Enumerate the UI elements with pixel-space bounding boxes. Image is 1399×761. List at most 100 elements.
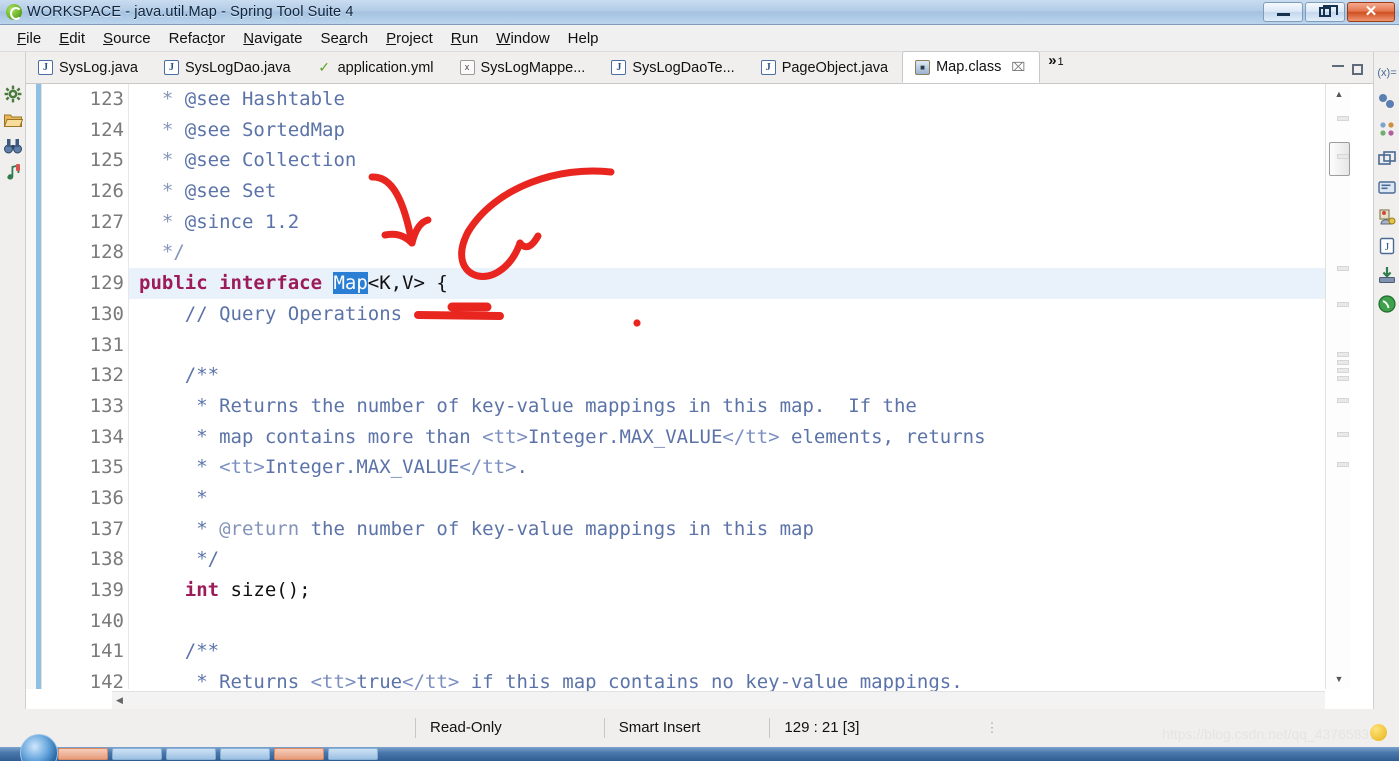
gear-icon[interactable] (3, 84, 23, 104)
console-icon[interactable] (1377, 178, 1397, 198)
taskbar-item[interactable] (58, 748, 108, 760)
menu-search[interactable]: Search (312, 28, 378, 49)
line-number: 133 (89, 394, 124, 417)
code-token: elements, returns (779, 425, 986, 448)
package-explorer-icon[interactable] (1377, 149, 1397, 169)
music-note-icon[interactable] (3, 162, 23, 182)
code-token: Integer.MAX_VALUE (527, 425, 723, 448)
tab-overflow-count: 1 (1057, 56, 1064, 68)
overview-marker[interactable] (1337, 376, 1349, 381)
maximize-view-icon[interactable] (1352, 64, 1363, 75)
restore-button[interactable] (1305, 1, 1345, 22)
tab-overflow-chevron[interactable]: » 1 (1040, 52, 1071, 83)
status-more-icon[interactable]: ⋮ (973, 720, 1012, 736)
overview-marker[interactable] (1337, 360, 1349, 365)
restore-icon (1319, 4, 1338, 17)
code-line[interactable]: * @see Set (129, 176, 1325, 207)
code-line[interactable] (129, 606, 1325, 637)
code-line[interactable]: */ (129, 237, 1325, 268)
menu-help[interactable]: Help (559, 28, 608, 49)
menu-file[interactable]: File (8, 28, 50, 49)
code-line[interactable]: /** (129, 636, 1325, 667)
code-line[interactable]: * @see Collection (129, 145, 1325, 176)
editor-annotation-ruler[interactable] (26, 84, 42, 689)
status-insert-mode[interactable]: Smart Insert (605, 717, 715, 739)
menu-window[interactable]: Window (487, 28, 558, 49)
breakpoints-icon[interactable] (1377, 91, 1397, 111)
javadoc-icon[interactable]: J (1377, 236, 1397, 256)
code-editor[interactable]: 123 124 125 126 127 128 129 130 131 132⊖ 133 134 135… (26, 84, 1373, 709)
menu-project[interactable]: Project (377, 28, 442, 49)
code-token: /** (139, 640, 220, 663)
code-line[interactable]: * @return the number of key-value mappin… (129, 514, 1325, 545)
code-line[interactable]: int size(); (129, 575, 1325, 606)
code-line[interactable]: // Query Operations (129, 299, 1325, 330)
minimize-view-icon[interactable] (1332, 64, 1344, 67)
overview-marker[interactable] (1337, 462, 1349, 467)
overview-marker[interactable] (1337, 116, 1349, 121)
close-button[interactable]: ✕ (1347, 1, 1395, 22)
tab-syslogdaotest-java[interactable]: J SysLogDaoTe... (599, 52, 749, 83)
code-line[interactable]: * (129, 483, 1325, 514)
code-line[interactable]: */ (129, 544, 1325, 575)
tab-application-yml[interactable]: ✓ application.yml (304, 52, 448, 83)
tab-syslog-java[interactable]: J SysLog.java (26, 52, 152, 83)
binoculars-icon[interactable] (3, 136, 23, 156)
overview-marker[interactable] (1337, 302, 1349, 307)
menu-edit[interactable]: Edit (50, 28, 94, 49)
overview-marker[interactable] (1337, 154, 1349, 159)
tab-label: application.yml (337, 59, 434, 76)
minimize-button[interactable] (1263, 1, 1303, 22)
code-line[interactable]: * @see SortedMap (129, 115, 1325, 146)
tab-syslogmapper-xml[interactable]: x SysLogMappe... (447, 52, 600, 83)
taskbar-item[interactable] (112, 748, 162, 760)
menu-refactor[interactable]: Refactor (160, 28, 235, 49)
editor-horizontal-scrollbar[interactable]: ◀ (112, 691, 1325, 709)
overview-marker[interactable] (1337, 266, 1349, 271)
svg-text:(x)=: (x)= (1377, 67, 1396, 79)
folder-icon[interactable] (3, 110, 23, 130)
code-line[interactable]: * map contains more than <tt>Integer.MAX… (129, 422, 1325, 453)
scroll-left-arrow-icon[interactable]: ◀ (116, 695, 123, 706)
overview-marker[interactable] (1337, 432, 1349, 437)
taskbar-item[interactable] (166, 748, 216, 760)
editor-view-buttons (1332, 64, 1373, 83)
menu-source[interactable]: Source (94, 28, 160, 49)
outline-icon[interactable] (1377, 120, 1397, 140)
window-title: WORKSPACE - java.util.Map - Spring Tool … (27, 4, 354, 20)
scroll-down-arrow-icon[interactable]: ▼ (1326, 671, 1352, 687)
scroll-up-arrow-icon[interactable]: ▲ (1326, 86, 1352, 102)
code-token: @see Hashtable (184, 88, 345, 110)
tab-map-class[interactable]: ■ Map.class ⌧ (902, 51, 1041, 83)
editor-tab-bar: J SysLog.java J SysLogDao.java ✓ applica… (26, 51, 1373, 84)
editor-vertical-scrollbar[interactable]: ▲ ▼ (1325, 84, 1351, 689)
overview-marker[interactable] (1337, 368, 1349, 373)
tab-syslogdao-java[interactable]: J SysLogDao.java (152, 52, 305, 83)
window-title-bar: WORKSPACE - java.util.Map - Spring Tool … (0, 0, 1399, 25)
boot-dashboard-icon[interactable] (1377, 294, 1397, 314)
servers-icon[interactable] (1377, 207, 1397, 227)
overview-marker[interactable] (1337, 398, 1349, 403)
tab-close-icon[interactable]: ⌧ (1011, 60, 1025, 74)
overview-marker[interactable] (1337, 352, 1349, 357)
code-line[interactable]: * Returns the number of key-value mappin… (129, 391, 1325, 422)
variables-icon[interactable]: (x)= (1377, 62, 1397, 82)
code-line[interactable]: /** (129, 360, 1325, 391)
code-line[interactable]: * <tt>Integer.MAX_VALUE</tt>. (129, 452, 1325, 483)
code-line[interactable] (129, 330, 1325, 361)
taskbar-item[interactable] (220, 748, 270, 760)
source-code-area[interactable]: * @see Hashtable * @see SortedMap * @see… (129, 84, 1325, 693)
download-icon[interactable] (1377, 265, 1397, 285)
line-number: 134 (89, 425, 124, 448)
tab-pageobject-java[interactable]: J PageObject.java (748, 52, 903, 83)
code-line[interactable]: * @since 1.2 (129, 207, 1325, 238)
line-number: 124 (89, 118, 124, 141)
code-token: /** (139, 364, 220, 387)
menu-run[interactable]: Run (442, 28, 488, 49)
taskbar-item[interactable] (274, 748, 324, 760)
code-line[interactable]: public interface Map<K,V> { (129, 268, 1325, 299)
code-line[interactable]: * @see Hashtable (129, 84, 1325, 115)
menu-navigate[interactable]: Navigate (234, 28, 311, 49)
taskbar-item[interactable] (328, 748, 378, 760)
vertical-scroll-thumb[interactable] (1329, 142, 1350, 176)
